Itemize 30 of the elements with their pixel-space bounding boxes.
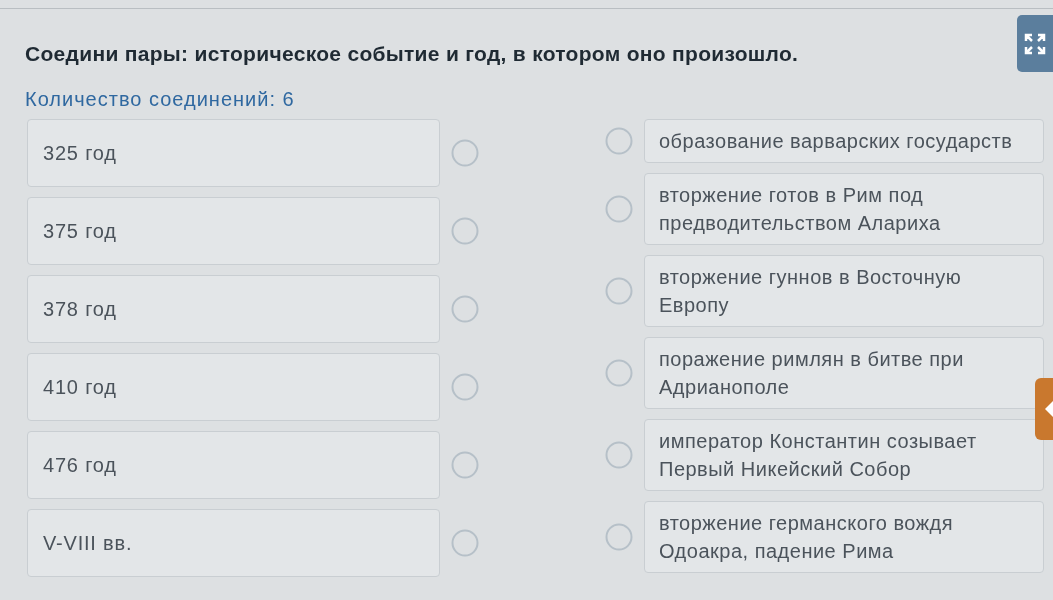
year-card[interactable]: 375 год xyxy=(27,197,440,265)
connector-ring-icon[interactable] xyxy=(605,127,633,155)
question-title: Соедини пары: историческое событие и год, в котором оно произошло. xyxy=(25,41,799,67)
year-card[interactable]: 476 год xyxy=(27,431,440,499)
connector-ring-icon[interactable] xyxy=(451,529,479,557)
connector-ring-icon[interactable] xyxy=(451,139,479,167)
connector-ring-icon[interactable] xyxy=(605,359,633,387)
connector-ring-icon[interactable] xyxy=(451,373,479,401)
year-card[interactable]: V-VIII вв. xyxy=(27,509,440,577)
event-card[interactable]: вторжение германского вождя Одоакра, падение Рима xyxy=(644,501,1044,573)
event-card[interactable]: поражение римлян в битве при Адрианополе xyxy=(644,337,1044,409)
connector-ring-icon[interactable] xyxy=(605,277,633,305)
side-tab[interactable] xyxy=(1035,378,1053,440)
expand-button[interactable] xyxy=(1017,15,1053,72)
event-card[interactable]: император Константин созывает Первый Никейский Собор xyxy=(644,419,1044,491)
connection-count: Количество соединений: 6 xyxy=(25,87,295,111)
connector-ring-icon[interactable] xyxy=(605,441,633,469)
connector-ring-icon[interactable] xyxy=(605,523,633,551)
year-card[interactable]: 410 год xyxy=(27,353,440,421)
connector-ring-icon[interactable] xyxy=(605,195,633,223)
triangle-icon xyxy=(1045,401,1053,417)
connector-ring-icon[interactable] xyxy=(451,295,479,323)
event-card[interactable]: вторжение готов в Рим под предводительством Алариха xyxy=(644,173,1044,245)
connector-ring-icon[interactable] xyxy=(451,217,479,245)
year-card[interactable]: 325 год xyxy=(27,119,440,187)
year-card[interactable]: 378 год xyxy=(27,275,440,343)
event-card[interactable]: вторжение гуннов в Восточную Европу xyxy=(644,255,1044,327)
connector-ring-icon[interactable] xyxy=(451,451,479,479)
event-card[interactable]: образование варварских государств xyxy=(644,119,1044,163)
expand-icon xyxy=(1024,32,1046,55)
